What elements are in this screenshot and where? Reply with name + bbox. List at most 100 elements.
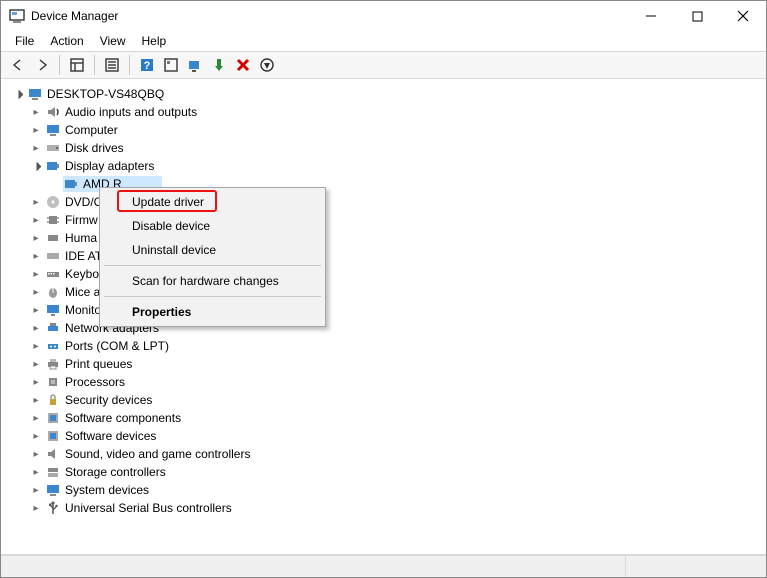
close-button[interactable] [720,1,766,31]
ctx-update-driver[interactable]: Update driver [102,190,323,214]
tree-item-sw-devices[interactable]: ▸ Software devices [5,427,762,445]
tree-label: Processors [65,375,125,389]
context-menu-separator [104,296,321,297]
disable-device-button[interactable] [256,54,278,76]
maximize-button[interactable] [674,1,720,31]
menu-help[interactable]: Help [136,32,173,50]
details-button[interactable] [160,54,182,76]
tree-item-system[interactable]: ▸ System devices [5,481,762,499]
chevron-right-icon[interactable]: ▸ [29,231,43,245]
chevron-right-icon[interactable]: ▸ [29,249,43,263]
tree-item-ports[interactable]: ▸ Ports (COM & LPT) [5,337,762,355]
context-menu: Update driver Disable device Uninstall d… [99,187,326,327]
tree-item-display-adapters[interactable]: Display adapters [5,157,762,175]
tree-item-computer[interactable]: ▸ Computer [5,121,762,139]
chevron-right-icon[interactable]: ▸ [29,429,43,443]
menu-view[interactable]: View [94,32,132,50]
tree-label: System devices [65,483,149,497]
chevron-right-icon[interactable]: ▸ [29,267,43,281]
toolbar: ? [1,51,766,79]
tree-label: Universal Serial Bus controllers [65,501,232,515]
tree-label: DVD/C [65,195,102,209]
hid-icon [45,230,61,246]
tree-label: IDE AT [65,249,102,263]
system-icon [45,482,61,498]
show-hide-tree-button[interactable] [66,54,88,76]
tree-label: Huma [65,231,97,245]
ctx-uninstall-device[interactable]: Uninstall device [102,238,323,262]
tree-label: Display adapters [65,159,154,173]
chevron-right-icon[interactable]: ▸ [29,339,43,353]
chevron-right-icon[interactable]: ▸ [29,357,43,371]
tree-label: Computer [65,123,118,137]
chevron-right-icon[interactable]: ▸ [29,141,43,155]
security-icon [45,392,61,408]
chevron-right-icon[interactable]: ▸ [29,501,43,515]
monitor-icon [45,302,61,318]
chevron-right-icon[interactable]: ▸ [29,447,43,461]
chevron-right-icon[interactable]: ▸ [29,321,43,335]
scan-hardware-button[interactable] [184,54,206,76]
software-icon [45,428,61,444]
network-icon [45,320,61,336]
statusbar [1,555,766,577]
back-button[interactable] [7,54,29,76]
ctx-scan-hardware[interactable]: Scan for hardware changes [102,269,323,293]
chevron-down-icon[interactable] [11,87,25,101]
tree-item-sound[interactable]: ▸ Sound, video and game controllers [5,445,762,463]
tree-label: Keybo [65,267,99,281]
window-title: Device Manager [31,9,118,23]
chevron-right-icon[interactable]: ▸ [29,411,43,425]
port-icon [45,338,61,354]
speaker-icon [45,446,61,462]
toolbar-separator [59,55,60,75]
tree-item-processors[interactable]: ▸ Processors [5,373,762,391]
tree-item-usb[interactable]: ▸ Universal Serial Bus controllers [5,499,762,517]
menu-file[interactable]: File [9,32,40,50]
disc-icon [45,194,61,210]
tree-item-print-queues[interactable]: ▸ Print queues [5,355,762,373]
tree-item-storage[interactable]: ▸ Storage controllers [5,463,762,481]
chevron-right-icon[interactable]: ▸ [29,195,43,209]
minimize-button[interactable] [628,1,674,31]
chevron-right-icon[interactable]: ▸ [29,105,43,119]
device-manager-window: Device Manager File Action View Help ? [0,0,767,578]
chevron-down-icon[interactable] [29,159,43,173]
tree-item-disk[interactable]: ▸ Disk drives [5,139,762,157]
tree-label: Security devices [65,393,152,407]
chevron-right-icon[interactable]: ▸ [29,465,43,479]
software-icon [45,410,61,426]
forward-button[interactable] [31,54,53,76]
tree-root[interactable]: DESKTOP-VS48QBQ [5,85,762,103]
chevron-right-icon[interactable]: ▸ [29,123,43,137]
chevron-right-icon[interactable]: ▸ [29,375,43,389]
usb-icon [45,500,61,516]
update-driver-button[interactable] [208,54,230,76]
chevron-right-icon[interactable]: ▸ [29,483,43,497]
tree-item-security[interactable]: ▸ Security devices [5,391,762,409]
chevron-right-icon[interactable]: ▸ [29,303,43,317]
ctx-disable-device[interactable]: Disable device [102,214,323,238]
context-menu-separator [104,265,321,266]
uninstall-device-button[interactable] [232,54,254,76]
tree-item-audio[interactable]: ▸ Audio inputs and outputs [5,103,762,121]
app-icon [9,8,25,24]
menu-action[interactable]: Action [44,32,89,50]
ctx-properties[interactable]: Properties [102,300,323,324]
storage-icon [45,464,61,480]
tree-item-sw-components[interactable]: ▸ Software components [5,409,762,427]
chevron-right-icon[interactable]: ▸ [29,213,43,227]
cpu-icon [45,374,61,390]
tree-label: Audio inputs and outputs [65,105,197,119]
toolbar-separator [94,55,95,75]
tree-label: Disk drives [65,141,124,155]
chevron-right-icon[interactable]: ▸ [29,393,43,407]
monitor-icon [45,122,61,138]
chevron-right-icon[interactable]: ▸ [29,285,43,299]
toolbar-separator [129,55,130,75]
computer-icon [27,86,43,102]
display-adapter-icon [45,158,61,174]
properties-button[interactable] [101,54,123,76]
help-button[interactable]: ? [136,54,158,76]
tree-label: Print queues [65,357,132,371]
